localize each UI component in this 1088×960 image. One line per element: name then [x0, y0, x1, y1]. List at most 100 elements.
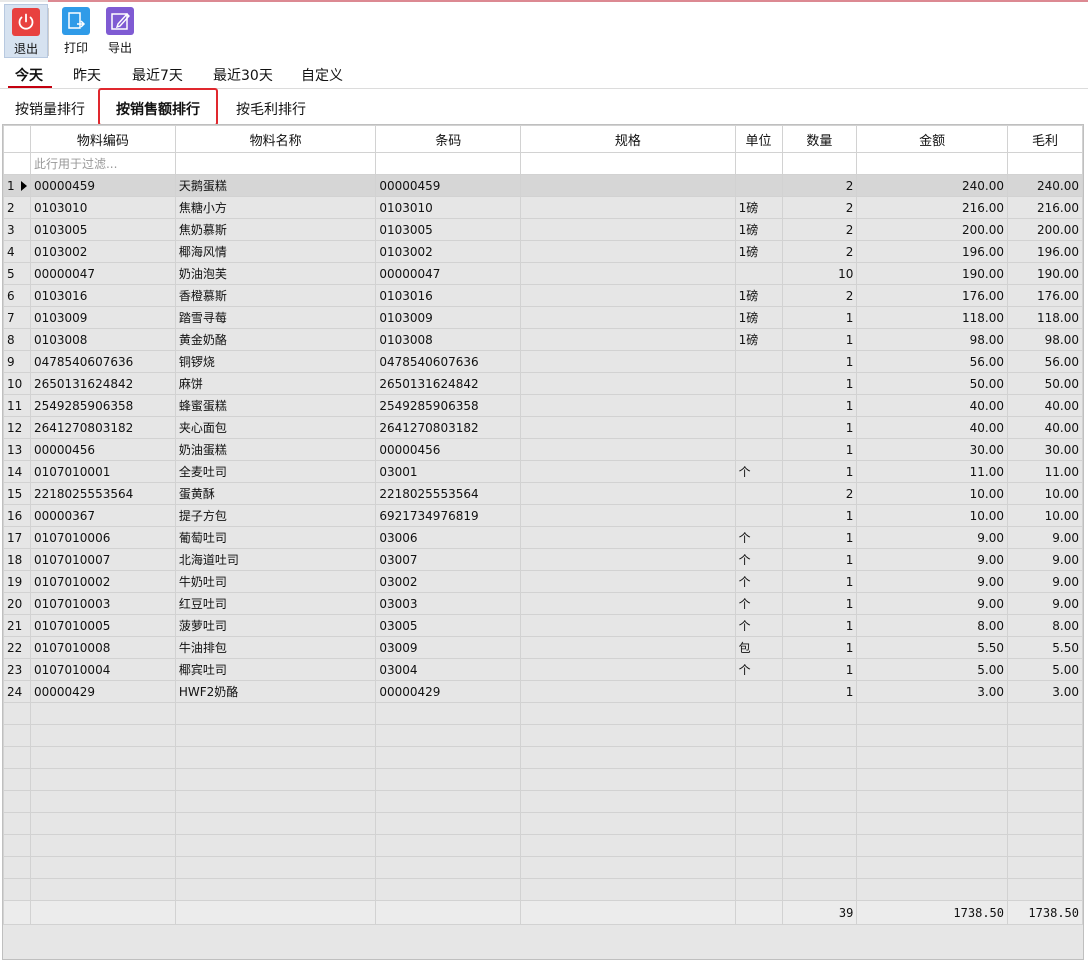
- cell-unit[interactable]: [734, 350, 783, 373]
- cell-quantity[interactable]: 2: [781, 174, 858, 197]
- cell-name[interactable]: 夹心面包: [174, 416, 377, 439]
- cell-code[interactable]: 0107010008: [29, 636, 176, 659]
- cell-code[interactable]: 2650131624842: [29, 372, 176, 395]
- cell-amount[interactable]: 40.00: [856, 416, 1008, 439]
- filter-input-amount[interactable]: [856, 152, 1008, 175]
- cell-spec[interactable]: [520, 328, 736, 351]
- cell-code[interactable]: 0107010007: [29, 548, 176, 571]
- tab-yesterday[interactable]: 昨天: [71, 65, 103, 85]
- table-row[interactable]: 12 2641270803182 夹心面包 2641270803182 1 40.00 40…: [3, 416, 1083, 439]
- cell-amount[interactable]: 5.50: [856, 636, 1008, 659]
- table-row[interactable]: 16 00000367 提子方包 6921734976819 1 10.00 10.00: [3, 504, 1083, 527]
- cell-spec[interactable]: [520, 460, 736, 483]
- cell-quantity[interactable]: 2: [781, 218, 858, 241]
- cell-spec[interactable]: [520, 570, 736, 593]
- cell-amount[interactable]: 8.00: [856, 614, 1008, 637]
- table-row[interactable]: 21 0107010005 菠萝吐司 03005 个 1 8.00 8.00: [3, 614, 1083, 637]
- cell-name[interactable]: 黄金奶酪: [174, 328, 377, 351]
- cell-barcode[interactable]: 0103005: [375, 218, 522, 241]
- cell-barcode[interactable]: 6921734976819: [375, 504, 522, 527]
- cell-spec[interactable]: [520, 416, 736, 439]
- cell-amount[interactable]: 98.00: [856, 328, 1008, 351]
- cell-barcode[interactable]: 2218025553564: [375, 482, 522, 505]
- cell-profit[interactable]: 9.00: [1007, 570, 1083, 593]
- cell-spec[interactable]: [520, 504, 736, 527]
- filter-input-spec[interactable]: [520, 152, 736, 175]
- cell-amount[interactable]: 9.00: [856, 570, 1008, 593]
- column-header-quantity[interactable]: 数量: [781, 125, 858, 153]
- cell-profit[interactable]: 11.00: [1007, 460, 1083, 483]
- cell-profit[interactable]: 40.00: [1007, 394, 1083, 417]
- cell-barcode[interactable]: 0103009: [375, 306, 522, 329]
- cell-profit[interactable]: 9.00: [1007, 526, 1083, 549]
- cell-spec[interactable]: [520, 372, 736, 395]
- cell-amount[interactable]: 30.00: [856, 438, 1008, 461]
- table-row[interactable]: 18 0107010007 北海道吐司 03007 个 1 9.00 9.00: [3, 548, 1083, 571]
- cell-unit[interactable]: [734, 174, 783, 197]
- cell-quantity[interactable]: 1: [781, 328, 858, 351]
- cell-profit[interactable]: 216.00: [1007, 196, 1083, 219]
- cell-profit[interactable]: 9.00: [1007, 592, 1083, 615]
- cell-unit[interactable]: [734, 438, 783, 461]
- cell-quantity[interactable]: 2: [781, 196, 858, 219]
- cell-profit[interactable]: 190.00: [1007, 262, 1083, 285]
- cell-spec[interactable]: [520, 174, 736, 197]
- filter-input-quantity[interactable]: [781, 152, 858, 175]
- filter-input-profit[interactable]: [1007, 152, 1083, 175]
- cell-unit[interactable]: 1磅: [734, 306, 783, 329]
- cell-spec[interactable]: [520, 658, 736, 681]
- column-header-profit[interactable]: 毛利: [1007, 125, 1083, 153]
- cell-name[interactable]: 椰海风情: [174, 240, 377, 263]
- cell-barcode[interactable]: 2650131624842: [375, 372, 522, 395]
- cell-unit[interactable]: [734, 504, 783, 527]
- cell-amount[interactable]: 118.00: [856, 306, 1008, 329]
- table-row[interactable]: 24 00000429 HWF2奶酪 00000429 1 3.00 3.00: [3, 680, 1083, 703]
- table-row[interactable]: 22 0107010008 牛油排包 03009 包 1 5.50 5.50: [3, 636, 1083, 659]
- cell-amount[interactable]: 10.00: [856, 504, 1008, 527]
- table-row[interactable]: 3 0103005 焦奶慕斯 0103005 1磅 2 200.00 200.00: [3, 218, 1083, 241]
- cell-spec[interactable]: [520, 438, 736, 461]
- cell-barcode[interactable]: 2549285906358: [375, 394, 522, 417]
- cell-profit[interactable]: 40.00: [1007, 416, 1083, 439]
- cell-barcode[interactable]: 00000459: [375, 174, 522, 197]
- column-header-unit[interactable]: 单位: [734, 125, 783, 153]
- cell-amount[interactable]: 9.00: [856, 548, 1008, 571]
- cell-quantity[interactable]: 2: [781, 240, 858, 263]
- cell-code[interactable]: 0103002: [29, 240, 176, 263]
- cell-name[interactable]: 蛋黄酥: [174, 482, 377, 505]
- table-row[interactable]: 23 0107010004 椰宾吐司 03004 个 1 5.00 5.00: [3, 658, 1083, 681]
- cell-barcode[interactable]: 0103008: [375, 328, 522, 351]
- cell-spec[interactable]: [520, 636, 736, 659]
- cell-profit[interactable]: 10.00: [1007, 504, 1083, 527]
- column-header-barcode[interactable]: 条码: [375, 125, 522, 153]
- tab-today[interactable]: 今天: [13, 65, 45, 85]
- cell-quantity[interactable]: 10: [781, 262, 858, 285]
- cell-barcode[interactable]: 03002: [375, 570, 522, 593]
- cell-code[interactable]: 0107010006: [29, 526, 176, 549]
- cell-code[interactable]: 0107010005: [29, 614, 176, 637]
- cell-profit[interactable]: 8.00: [1007, 614, 1083, 637]
- cell-spec[interactable]: [520, 240, 736, 263]
- cell-code[interactable]: 0107010004: [29, 658, 176, 681]
- cell-unit[interactable]: 1磅: [734, 218, 783, 241]
- cell-amount[interactable]: 3.00: [856, 680, 1008, 703]
- cell-quantity[interactable]: 2: [781, 482, 858, 505]
- column-header-name[interactable]: 物料名称: [174, 125, 377, 153]
- cell-amount[interactable]: 9.00: [856, 526, 1008, 549]
- cell-profit[interactable]: 10.00: [1007, 482, 1083, 505]
- cell-spec[interactable]: [520, 306, 736, 329]
- table-row[interactable]: 2 0103010 焦糖小方 0103010 1磅 2 216.00 216.00: [3, 196, 1083, 219]
- cell-name[interactable]: 牛奶吐司: [174, 570, 377, 593]
- cell-amount[interactable]: 56.00: [856, 350, 1008, 373]
- cell-name[interactable]: 牛油排包: [174, 636, 377, 659]
- cell-code[interactable]: 0103016: [29, 284, 176, 307]
- tab-custom[interactable]: 自定义: [299, 65, 345, 85]
- cell-code[interactable]: 0103009: [29, 306, 176, 329]
- cell-code[interactable]: 2549285906358: [29, 394, 176, 417]
- cell-unit[interactable]: 个: [734, 526, 783, 549]
- cell-quantity[interactable]: 1: [781, 460, 858, 483]
- cell-unit[interactable]: 个: [734, 570, 783, 593]
- cell-barcode[interactable]: 03001: [375, 460, 522, 483]
- cell-quantity[interactable]: 1: [781, 548, 858, 571]
- cell-unit[interactable]: [734, 262, 783, 285]
